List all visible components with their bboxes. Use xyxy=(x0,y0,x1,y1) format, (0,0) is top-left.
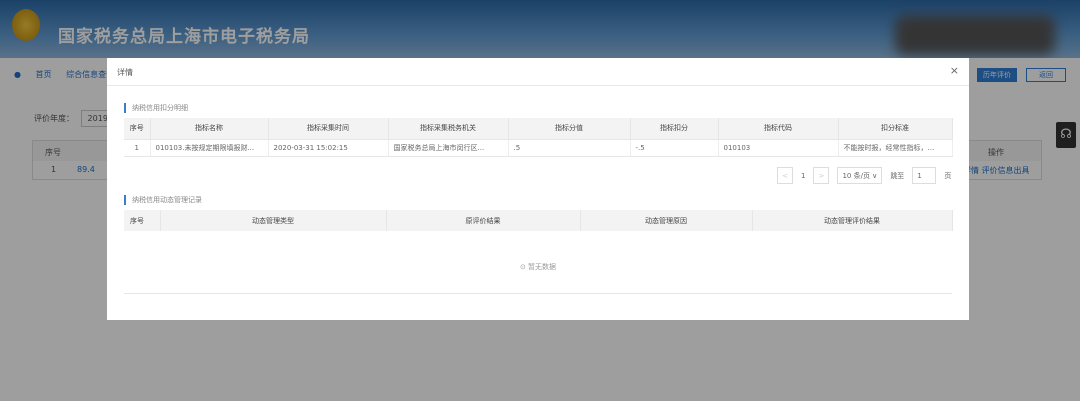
goto-input[interactable]: 1 xyxy=(912,167,937,184)
empty-text: 暂无数据 xyxy=(528,263,557,271)
page-suffix: 页 xyxy=(944,171,952,180)
page-size-select[interactable]: 10 条/页 ∨ xyxy=(837,167,883,184)
cell-code: 010103 xyxy=(718,138,839,157)
cell-index: 1 xyxy=(124,138,151,157)
col-office: 指标采集税务机关 xyxy=(388,118,509,139)
detail-modal: 详情 × 纳税信用扣分明细 序号 指标名称 指标采集时间 指标采集税务机关 指标… xyxy=(107,58,969,320)
next-page-button[interactable]: > xyxy=(813,167,830,184)
close-icon[interactable]: × xyxy=(950,64,959,77)
empty-state: ⊙ 暂无数据 xyxy=(107,262,969,272)
cell-value: .5 xyxy=(508,138,631,157)
col-time: 指标采集时间 xyxy=(268,118,389,139)
empty-icon: ⊙ xyxy=(519,263,529,271)
col-index: 序号 xyxy=(124,118,151,139)
col-deduction: 指标扣分 xyxy=(630,118,719,139)
cell-office: 国家税务总局上海市闵行区... xyxy=(388,138,509,157)
table-row: 1 010103.未按规定期限填报财... 2020-03-31 15:02:1… xyxy=(124,138,953,157)
col-reason: 动态管理原因 xyxy=(580,210,753,231)
divider xyxy=(124,293,952,294)
prev-page-button[interactable]: < xyxy=(777,167,793,184)
cell-name: 010103.未按规定期限填报财... xyxy=(150,138,269,157)
col-original-result: 原评价结果 xyxy=(386,210,581,231)
section-dynamic-title: 纳税信用动态管理记录 xyxy=(124,195,202,205)
col-index: 序号 xyxy=(124,210,161,231)
dynamic-table: 序号 动态管理类型 原评价结果 动态管理原因 动态管理评价结果 xyxy=(124,210,953,231)
cell-time: 2020-03-31 15:02:15 xyxy=(268,138,389,157)
deduction-table: 序号 指标名称 指标采集时间 指标采集税务机关 指标分值 指标扣分 指标代码 扣… xyxy=(124,118,953,157)
col-code: 指标代码 xyxy=(718,118,839,139)
pagination: < 1 > 10 条/页 ∨ 跳至 1 页 xyxy=(777,167,951,184)
modal-title: 详情 xyxy=(117,68,133,77)
col-type: 动态管理类型 xyxy=(160,210,387,231)
col-name: 指标名称 xyxy=(150,118,269,139)
goto-label: 跳至 xyxy=(890,171,905,180)
col-standard: 扣分标准 xyxy=(838,118,953,139)
current-page[interactable]: 1 xyxy=(801,172,805,180)
col-result: 动态管理评价结果 xyxy=(752,210,953,231)
cell-standard: 不能按时报，经常性指标，... xyxy=(838,138,953,157)
section-deduction-title: 纳税信用扣分明细 xyxy=(124,103,188,113)
col-value: 指标分值 xyxy=(508,118,631,139)
cell-deduction: -.5 xyxy=(630,138,719,157)
